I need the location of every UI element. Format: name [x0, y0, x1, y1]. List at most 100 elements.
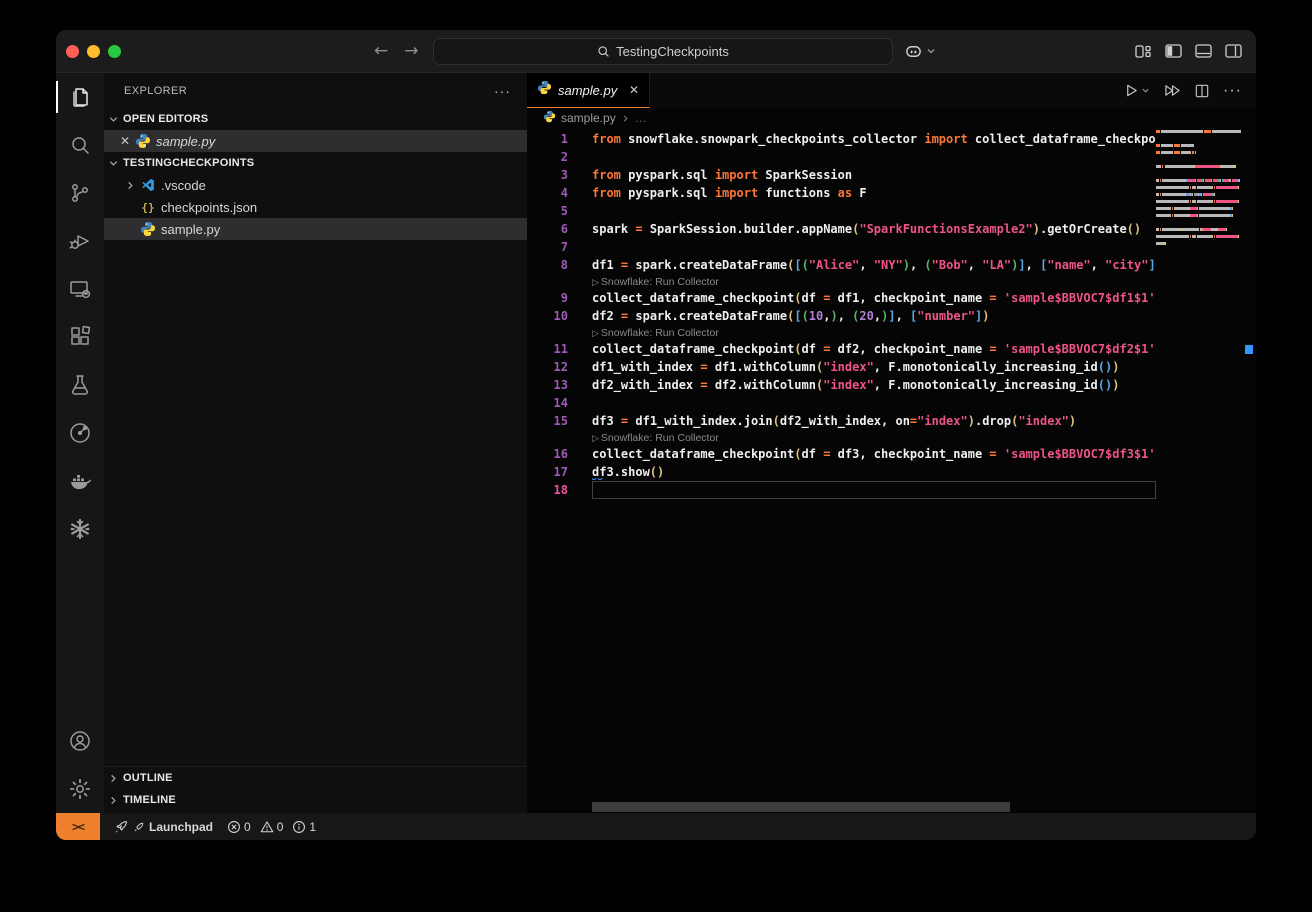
line-content[interactable]: df2 = spark.createDataFrame([(10,), (20,…	[592, 307, 1156, 325]
remote-indicator[interactable]: ><	[56, 813, 100, 840]
code-line-3[interactable]: 3from pyspark.sql import SparkSession	[527, 166, 1256, 184]
line-number[interactable]: 15	[527, 412, 592, 430]
line-number[interactable]: 7	[527, 238, 592, 256]
activity-bar-item-snowflake[interactable]	[56, 505, 104, 553]
copilot-menu[interactable]	[904, 42, 936, 61]
section-header-testingcheckpoints[interactable]: TESTINGCHECKPOINTS	[104, 152, 527, 174]
line-content[interactable]: spark = SparkSession.builder.appName("Sp…	[592, 220, 1156, 238]
breadcrumb-symbol[interactable]: …	[635, 111, 647, 125]
code-lens[interactable]: ▷Snowflake: Run Collector	[527, 430, 1256, 445]
activity-bar-item-run-debug[interactable]	[56, 217, 104, 265]
line-content[interactable]: df1_with_index = df1.withColumn("index",…	[592, 358, 1156, 376]
code-lens[interactable]: ▷Snowflake: Run Collector	[527, 274, 1256, 289]
section-header-timeline[interactable]: TIMELINE	[104, 789, 527, 811]
code-line-5[interactable]: 5	[527, 202, 1256, 220]
code-line-17[interactable]: 17df3.show()	[527, 463, 1256, 481]
close-editor-icon[interactable]: ✕	[117, 134, 133, 148]
line-content[interactable]: df2_with_index = df2.withColumn("index",…	[592, 376, 1156, 394]
activity-bar-item-remote-explorer[interactable]	[56, 265, 104, 313]
navigate-forward-icon[interactable]: →	[404, 41, 418, 61]
line-number[interactable]: 2	[527, 148, 592, 166]
section-header-outline[interactable]: OUTLINE	[104, 767, 527, 789]
editor-more-actions-icon[interactable]: ···	[1223, 82, 1242, 100]
line-content[interactable]: from pyspark.sql import SparkSession	[592, 166, 1156, 184]
command-center-search[interactable]: TestingCheckpoints	[433, 38, 893, 65]
problems-indicator[interactable]: 0 0 1	[220, 820, 323, 834]
tab-close-icon[interactable]: ✕	[629, 83, 639, 97]
line-content[interactable]	[592, 481, 1156, 499]
code-line-18[interactable]: 18	[527, 481, 1256, 499]
line-content[interactable]: df1 = spark.createDataFrame([("Alice", "…	[592, 256, 1156, 274]
run-python-file-button[interactable]	[1124, 83, 1150, 98]
toggle-panel-icon[interactable]	[1195, 44, 1212, 58]
customize-layout-icon[interactable]	[1135, 44, 1152, 59]
activity-bar-item-explorer[interactable]	[56, 73, 104, 121]
line-content[interactable]: collect_dataframe_checkpoint(df = df2, c…	[592, 340, 1156, 358]
code-line-7[interactable]: 7	[527, 238, 1256, 256]
line-number[interactable]: 11	[527, 340, 592, 358]
line-content[interactable]: df3.show()	[592, 463, 1156, 481]
line-number[interactable]: 3	[527, 166, 592, 184]
tree-item-sample.py[interactable]: sample.py	[104, 218, 527, 240]
code-line-11[interactable]: 11collect_dataframe_checkpoint(df = df2,…	[527, 340, 1256, 358]
code-line-12[interactable]: 12df1_with_index = df1.withColumn("index…	[527, 358, 1256, 376]
code-line-1[interactable]: 1from snowflake.snowpark_checkpoints_col…	[527, 130, 1256, 148]
tree-item-checkpoints.json[interactable]: {} checkpoints.json	[104, 196, 527, 218]
activity-bar-item-testing[interactable]	[56, 361, 104, 409]
code-line-16[interactable]: 16collect_dataframe_checkpoint(df = df3,…	[527, 445, 1256, 463]
overview-ruler[interactable]	[1242, 128, 1256, 813]
zoom-window-button[interactable]	[108, 45, 121, 58]
line-content[interactable]: collect_dataframe_checkpoint(df = df3, c…	[592, 445, 1156, 463]
line-number[interactable]: 1	[527, 130, 592, 148]
navigate-back-icon[interactable]: ←	[374, 41, 388, 61]
minimap[interactable]	[1156, 130, 1242, 813]
split-editor-icon[interactable]	[1195, 84, 1209, 98]
code-line-9[interactable]: 9collect_dataframe_checkpoint(df = df1, …	[527, 289, 1256, 307]
activity-bar-item-settings[interactable]	[56, 765, 104, 813]
toggle-secondary-sidebar-icon[interactable]	[1225, 44, 1242, 58]
tree-item-.vscode[interactable]: .vscode	[104, 174, 527, 196]
code-line-2[interactable]: 2	[527, 148, 1256, 166]
line-content[interactable]: from pyspark.sql import functions as F	[592, 184, 1156, 202]
code-line-13[interactable]: 13df2_with_index = df2.withColumn("index…	[527, 376, 1256, 394]
line-number[interactable]: 6	[527, 220, 592, 238]
activity-bar-item-docker[interactable]	[56, 457, 104, 505]
code-line-10[interactable]: 10df2 = spark.createDataFrame([(10,), (2…	[527, 307, 1256, 325]
tab-sample-py[interactable]: sample.py ✕	[527, 73, 650, 108]
line-content[interactable]	[592, 202, 1156, 220]
line-content[interactable]	[592, 238, 1156, 256]
activity-bar-item-source-control[interactable]	[56, 169, 104, 217]
line-number[interactable]: 17	[527, 463, 592, 481]
line-number[interactable]: 16	[527, 445, 592, 463]
line-number[interactable]: 9	[527, 289, 592, 307]
breadcrumb[interactable]: sample.py …	[527, 108, 1256, 128]
code-line-14[interactable]: 14	[527, 394, 1256, 412]
toggle-primary-sidebar-icon[interactable]	[1165, 44, 1182, 58]
activity-bar-item-search[interactable]	[56, 121, 104, 169]
code-line-6[interactable]: 6spark = SparkSession.builder.appName("S…	[527, 220, 1256, 238]
code-lens-label[interactable]: ▷Snowflake: Run Collector	[592, 276, 719, 288]
launchpad-button[interactable]: Launchpad	[106, 819, 220, 835]
line-number[interactable]: 14	[527, 394, 592, 412]
activity-bar-item-accounts[interactable]	[56, 717, 104, 765]
activity-bar-item-extensions[interactable]	[56, 313, 104, 361]
line-number[interactable]: 8	[527, 256, 592, 274]
breadcrumb-file[interactable]: sample.py	[561, 111, 616, 125]
section-header-open-editors[interactable]: OPEN EDITORS	[104, 108, 527, 130]
line-number[interactable]: 18	[527, 481, 592, 499]
line-content[interactable]: from snowflake.snowpark_checkpoints_coll…	[592, 130, 1156, 148]
line-number[interactable]: 13	[527, 376, 592, 394]
line-content[interactable]	[592, 148, 1156, 166]
horizontal-scrollbar[interactable]	[592, 802, 1010, 812]
code-editor[interactable]: 1from snowflake.snowpark_checkpoints_col…	[527, 128, 1256, 813]
line-content[interactable]: collect_dataframe_checkpoint(df = df1, c…	[592, 289, 1156, 307]
line-content[interactable]: df3 = df1_with_index.join(df2_with_index…	[592, 412, 1156, 430]
code-line-15[interactable]: 15df3 = df1_with_index.join(df2_with_ind…	[527, 412, 1256, 430]
line-content[interactable]	[592, 394, 1156, 412]
line-number[interactable]: 5	[527, 202, 592, 220]
code-line-4[interactable]: 4from pyspark.sql import functions as F	[527, 184, 1256, 202]
activity-bar-item-gitlens[interactable]	[56, 409, 104, 457]
minimize-window-button[interactable]	[87, 45, 100, 58]
code-line-8[interactable]: 8df1 = spark.createDataFrame([("Alice", …	[527, 256, 1256, 274]
line-number[interactable]: 10	[527, 307, 592, 325]
